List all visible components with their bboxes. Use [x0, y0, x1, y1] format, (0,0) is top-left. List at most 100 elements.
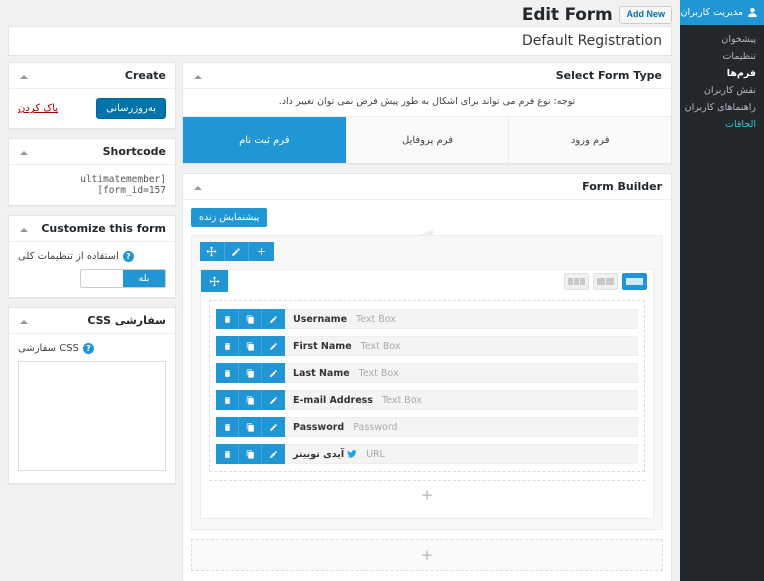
copy-icon[interactable] — [239, 444, 262, 464]
sidebar-item-user-roles[interactable]: نقش کاربران — [680, 82, 764, 99]
collapse-toggle-icon[interactable] — [18, 146, 30, 158]
field-title: First Name — [293, 340, 352, 352]
toggle-option-yes[interactable]: بله — [123, 270, 165, 287]
add-new-button[interactable]: Add New — [619, 6, 672, 24]
sidebar-item-user-guides[interactable]: راهنماهای کاربران — [680, 99, 764, 116]
tab-profile-form[interactable]: فرم پروفایل — [345, 117, 509, 163]
builder-canvas: Username Text Box First Name Text Box La… — [191, 235, 663, 530]
sidebar-menu-header[interactable]: مدیریت کاربران — [680, 0, 764, 25]
pencil-icon[interactable] — [262, 336, 285, 356]
field-row-last-name[interactable]: Last Name Text Box — [216, 363, 638, 383]
delete-link[interactable]: پاک کردن — [18, 103, 58, 114]
panel-shortcode-body: [ultimatemember form_id=157] — [9, 165, 175, 205]
panel-create: Create به‌روزرسانی پاک کردن — [8, 62, 176, 129]
copy-icon[interactable] — [239, 417, 262, 437]
add-field-button[interactable]: + — [209, 480, 645, 510]
field-row-email-address[interactable]: E-mail Address Text Box — [216, 390, 638, 410]
sidebar-item-forms[interactable]: فرم‌ها — [680, 65, 764, 82]
field-type: Password — [353, 421, 398, 433]
question-mark-icon[interactable]: ? — [82, 343, 94, 354]
custom-css-input[interactable] — [18, 361, 166, 471]
trash-icon[interactable] — [216, 390, 239, 410]
tab-login-form[interactable]: فرم ورود — [508, 117, 672, 163]
panel-customize-body: استفاده از تنظیمات کلی ? بله — [9, 242, 175, 297]
copy-icon[interactable] — [239, 336, 262, 356]
builder-column: Username Text Box First Name Text Box La… — [200, 269, 654, 519]
sidebar-item-settings[interactable]: تنظیمات — [680, 48, 764, 65]
panel-shortcode-title: Shortcode — [102, 145, 166, 158]
panel-customize-title: Customize this form — [41, 222, 166, 235]
form-type-note: توجه: نوع فرم می تواند برای اشکال به طور… — [278, 96, 576, 107]
shortcode-value[interactable]: [ultimatemember form_id=157] — [18, 174, 166, 196]
row-toolbar — [200, 242, 274, 261]
update-button[interactable]: به‌روزرسانی — [95, 98, 166, 119]
field-row-username[interactable]: Username Text Box — [216, 309, 638, 329]
collapse-toggle-icon[interactable] — [192, 181, 204, 193]
panel-shortcode: Shortcode [ultimatemember form_id=157] — [8, 138, 176, 206]
collapse-toggle-icon[interactable] — [18, 315, 30, 327]
field-type: Text Box — [358, 367, 399, 379]
pencil-icon[interactable] — [262, 363, 285, 383]
trash-icon[interactable] — [216, 336, 239, 356]
collapse-toggle-icon[interactable] — [18, 70, 30, 82]
add-row-button[interactable]: + — [191, 539, 663, 571]
panel-create-header: Create — [9, 63, 175, 89]
field-title: E-mail Address — [293, 394, 373, 406]
copy-icon[interactable] — [239, 390, 262, 410]
main-panels: Select Form Type توجه: نوع فرم می تواند … — [182, 62, 672, 581]
move-icon[interactable] — [200, 242, 225, 261]
pencil-icon[interactable] — [262, 444, 285, 464]
trash-icon[interactable] — [216, 309, 239, 329]
trash-icon[interactable] — [216, 363, 239, 383]
field-title: Last Name — [293, 367, 350, 379]
field-row-first-name[interactable]: First Name Text Box — [216, 336, 638, 356]
collapse-toggle-icon[interactable] — [18, 223, 30, 235]
field-row-twitter-id[interactable]: آیدی توییتر URL — [216, 444, 638, 464]
move-icon[interactable] — [201, 270, 228, 292]
layout-three-column[interactable] — [564, 272, 589, 290]
layout-two-column[interactable] — [593, 272, 618, 290]
field-row-password[interactable]: Password Password — [216, 417, 638, 437]
pencil-icon[interactable] — [262, 417, 285, 437]
field-actions — [216, 444, 285, 464]
panel-create-title: Create — [124, 69, 166, 82]
trash-icon[interactable] — [216, 444, 239, 464]
field-type: Text Box — [360, 340, 401, 352]
admin-sidebar: مدیریت کاربران پیشخوان تنظیمات فرم‌ها نق… — [680, 0, 764, 581]
global-settings-toggle[interactable]: بله — [80, 269, 166, 288]
form-name-field[interactable]: Default Registration — [8, 26, 672, 56]
sidebar-item-extensions[interactable]: الحاقات — [680, 116, 764, 133]
panel-customize: Customize this form استفاده از تنظیمات ک… — [8, 215, 176, 298]
question-mark-icon[interactable]: ? — [122, 251, 134, 262]
plus-icon: + — [420, 545, 434, 564]
sidebar-item-dashboard[interactable]: پیشخوان — [680, 31, 764, 48]
field-actions — [216, 390, 285, 410]
sidebar-submenu: پیشخوان تنظیمات فرم‌ها نقش کاربران راهنم… — [680, 25, 764, 133]
twitter-icon — [347, 449, 357, 459]
copy-icon[interactable] — [239, 363, 262, 383]
panel-custom-css: CSS سفارشی CSS سفارشی ? — [8, 307, 176, 484]
field-info: Password Password — [285, 417, 638, 437]
pencil-icon[interactable] — [262, 309, 285, 329]
custom-css-label-row: CSS سفارشی ? — [18, 343, 166, 354]
layout-one-column[interactable] — [622, 272, 647, 290]
live-preview-button[interactable]: پیشنمایش زنده — [191, 208, 268, 227]
collapse-toggle-icon[interactable] — [192, 70, 204, 82]
panel-form-type-header: Select Form Type — [183, 63, 671, 89]
trash-icon[interactable] — [216, 417, 239, 437]
field-info: Last Name Text Box — [285, 363, 638, 383]
plus-icon[interactable] — [249, 242, 274, 261]
column-layout-options — [564, 272, 653, 290]
field-info: آیدی توییتر URL — [285, 444, 638, 464]
copy-icon[interactable] — [239, 309, 262, 329]
toggle-option-no[interactable] — [81, 270, 123, 287]
tab-registration-form[interactable]: فرم ثبت نام — [183, 117, 346, 163]
field-type: Text Box — [381, 394, 422, 406]
custom-css-label: CSS سفارشی — [18, 343, 79, 354]
field-actions — [216, 363, 285, 383]
panel-customize-header: Customize this form — [9, 216, 175, 242]
pencil-icon[interactable] — [262, 390, 285, 410]
pencil-icon[interactable] — [224, 242, 250, 261]
field-actions — [216, 417, 285, 437]
field-title-text: آیدی توییتر — [293, 448, 345, 460]
